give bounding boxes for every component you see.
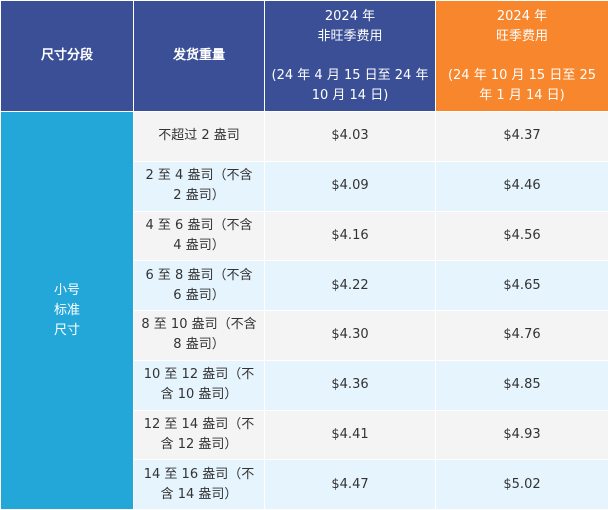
peak-year: 2024 年 xyxy=(442,7,602,27)
off-peak-fee-cell: $4.41 xyxy=(265,410,436,460)
peak-fee-cell: $4.76 xyxy=(436,311,608,361)
off-peak-label: 非旺季费用 xyxy=(271,27,429,47)
peak-fee-cell: $4.46 xyxy=(436,161,608,211)
off-peak-year: 2024 年 xyxy=(271,7,429,27)
weight-cell: 2 至 4 盎司（不含 2 盎司） xyxy=(134,161,265,211)
weight-cell: 14 至 16 盎司（不含 14 盎司） xyxy=(134,460,265,510)
peak-fee-cell: $4.93 xyxy=(436,410,608,460)
header-row: 尺寸分段 发货重量 2024 年 非旺季费用 (24 年 4 月 15 日至 2… xyxy=(1,1,608,112)
header-size-tier: 尺寸分段 xyxy=(1,1,134,112)
off-peak-fee-cell: $4.36 xyxy=(265,360,436,410)
weight-cell: 不超过 2 盎司 xyxy=(134,112,265,162)
off-peak-range: (24 年 4 月 15 日至 24 年 10 月 14 日) xyxy=(271,66,429,106)
peak-fee-cell: $4.37 xyxy=(436,112,608,162)
off-peak-fee-cell: $4.47 xyxy=(265,460,436,510)
off-peak-fee-cell: $4.09 xyxy=(265,161,436,211)
header-weight: 发货重量 xyxy=(134,1,265,112)
off-peak-fee-cell: $4.22 xyxy=(265,261,436,311)
weight-cell: 6 至 8 盎司（不含 6 盎司） xyxy=(134,261,265,311)
table-row: 小号 标准 尺寸 不超过 2 盎司 $4.03 $4.37 xyxy=(1,112,608,162)
peak-label: 旺季费用 xyxy=(442,27,602,47)
peak-fee-cell: $4.65 xyxy=(436,261,608,311)
weight-cell: 10 至 12 盎司（不含 10 盎司） xyxy=(134,360,265,410)
peak-fee-cell: $4.56 xyxy=(436,211,608,261)
off-peak-fee-cell: $4.30 xyxy=(265,311,436,361)
weight-cell: 8 至 10 盎司（不含 8 盎司） xyxy=(134,311,265,361)
header-off-peak: 2024 年 非旺季费用 (24 年 4 月 15 日至 24 年 10 月 1… xyxy=(265,1,436,112)
weight-cell: 12 至 14 盎司（不含 12 盎司） xyxy=(134,410,265,460)
header-peak: 2024 年 旺季费用 (24 年 10 月 15 日至 25 年 1 月 14… xyxy=(436,1,608,112)
off-peak-fee-cell: $4.03 xyxy=(265,112,436,162)
tier-label-line: 标准 xyxy=(7,301,127,321)
off-peak-fee-cell: $4.16 xyxy=(265,211,436,261)
fee-table: 尺寸分段 发货重量 2024 年 非旺季费用 (24 年 4 月 15 日至 2… xyxy=(0,0,608,510)
peak-fee-cell: $5.02 xyxy=(436,460,608,510)
tier-label-line: 尺寸 xyxy=(7,321,127,341)
peak-fee-cell: $4.85 xyxy=(436,360,608,410)
peak-range: (24 年 10 月 15 日至 25 年 1 月 14 日) xyxy=(442,66,602,106)
weight-cell: 4 至 6 盎司（不含 4 盎司） xyxy=(134,211,265,261)
tier-label-line: 小号 xyxy=(7,281,127,301)
size-tier-cell: 小号 标准 尺寸 xyxy=(1,112,134,510)
